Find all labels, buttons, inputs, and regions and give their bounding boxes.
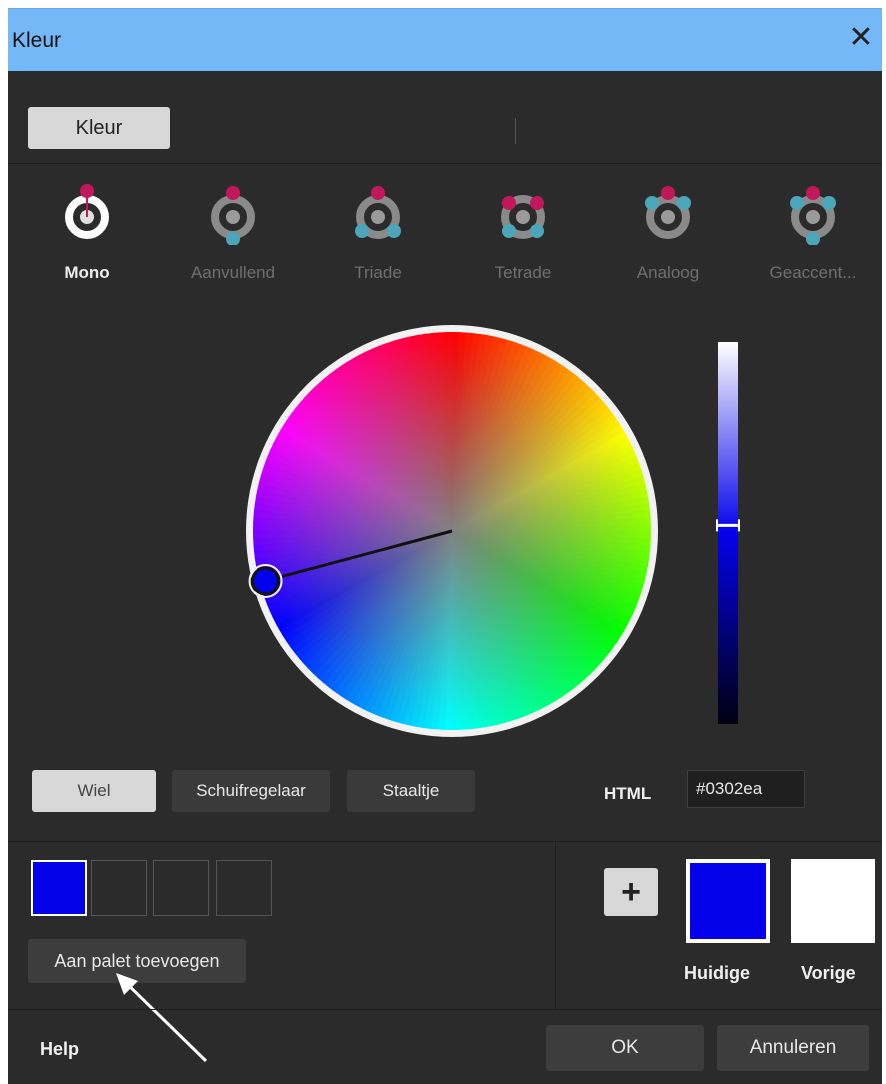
harmony-mono[interactable]: Mono [27, 181, 147, 301]
mode-swatch-button[interactable]: Staaltje [347, 770, 475, 812]
vertical-divider [555, 841, 556, 1009]
mode-wheel-button[interactable]: Wiel [32, 770, 156, 812]
harmony-label: Analoog [636, 263, 700, 282]
window-title: Kleur [12, 29, 62, 52]
tetrad-icon [501, 195, 545, 239]
palette-swatch-2[interactable] [91, 860, 147, 916]
palette-swatch-4[interactable] [216, 860, 272, 916]
color-wheel-graphic [246, 325, 658, 737]
accented-icon [790, 186, 836, 245]
harmony-label: Aanvullend [190, 263, 276, 282]
harmony-aanvullend[interactable]: Aanvullend [173, 181, 293, 301]
complementary-icon [211, 186, 255, 245]
triad-icon [355, 186, 401, 239]
harmony-label: Mono [64, 263, 110, 282]
cancel-button[interactable]: Annuleren [717, 1025, 869, 1071]
tab-divider [515, 118, 516, 144]
previous-color-swatch[interactable] [791, 859, 875, 943]
harmony-label: Triade [354, 263, 402, 282]
harmony-label: Tetrade [494, 263, 552, 282]
add-color-button[interactable]: + [604, 868, 658, 916]
harmony-geaccentueerd[interactable]: Geaccent... [753, 181, 873, 301]
divider [8, 1009, 882, 1010]
harmony-tetrade[interactable]: Tetrade [463, 181, 583, 301]
brightness-track [716, 342, 740, 724]
brightness-slider[interactable] [716, 342, 740, 724]
harmony-analoog[interactable]: Analoog [608, 181, 728, 301]
color-dialog: Kleur ✕ Kleur Mono Aanvullend Triade Tet… [8, 8, 882, 1084]
palette-swatch-3[interactable] [153, 860, 209, 916]
analogous-icon [645, 186, 691, 239]
help-link[interactable]: Help [40, 1039, 79, 1060]
divider [8, 841, 882, 842]
palette-swatch-1[interactable] [31, 860, 87, 916]
previous-label: Vorige [801, 963, 856, 983]
color-wheel[interactable] [244, 323, 660, 739]
divider [8, 163, 882, 164]
harmony-triade[interactable]: Triade [318, 181, 438, 301]
current-label: Huidige [684, 963, 750, 983]
annotation-arrow-icon [116, 973, 208, 1063]
current-color-swatch [686, 859, 770, 943]
close-icon[interactable]: ✕ [844, 21, 878, 55]
html-label: HTML [604, 784, 652, 803]
tab-kleur[interactable]: Kleur [28, 107, 170, 149]
picker-handle[interactable] [251, 566, 281, 596]
mode-slider-button[interactable]: Schuifregelaar [172, 770, 330, 812]
harmony-label: Geaccent... [769, 263, 857, 282]
title-bar: Kleur ✕ [8, 9, 882, 71]
ok-button[interactable]: OK [546, 1025, 704, 1071]
html-hex-input[interactable] [687, 770, 805, 808]
mono-icon [65, 184, 109, 239]
